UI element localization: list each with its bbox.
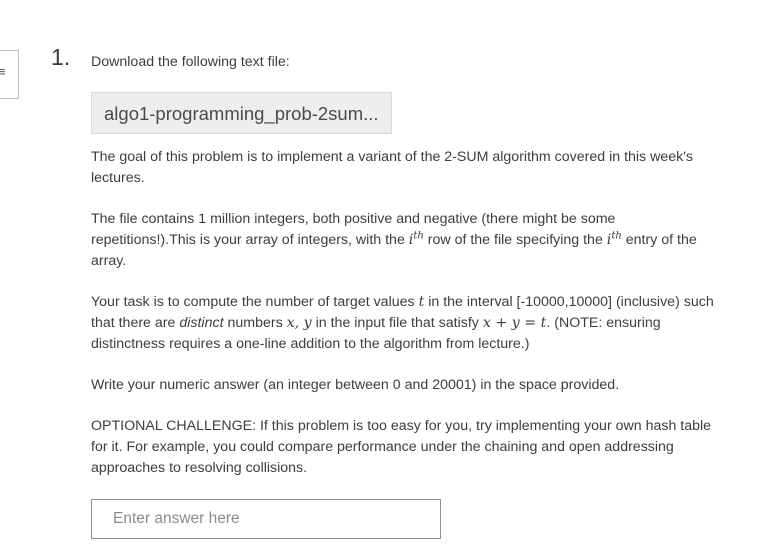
t-variable: t — [418, 294, 425, 310]
ith-math-2: ith — [606, 230, 622, 248]
menu-icon: ≡ — [0, 64, 6, 79]
side-menu-toggle[interactable]: ≡ — [0, 50, 19, 99]
xy-variables: x, y — [286, 315, 312, 331]
question-number: 1. — [51, 44, 71, 70]
ith-math-1: ith — [408, 230, 424, 248]
file-description-paragraph: The file contains 1 million integers, bo… — [91, 209, 721, 272]
task-text-3: numbers — [227, 315, 283, 331]
task-text-1: Your task is to compute the number of ta… — [91, 294, 415, 310]
answer-input[interactable] — [91, 499, 441, 539]
answer-instructions: Write your numeric answer (an integer be… — [91, 377, 620, 393]
distinct-emphasis: distinct — [179, 315, 224, 331]
task-paragraph: Your task is to compute the number of ta… — [91, 292, 721, 355]
task-text-4: in the input file that satisfy — [315, 315, 479, 331]
quiz-page: ≡ 1. Download the following text file: a… — [0, 0, 757, 555]
question-intro: Download the following text file: — [91, 54, 290, 70]
goal-paragraph: The goal of this problem is to implement… — [91, 149, 694, 186]
download-file-link[interactable]: algo1-programming_prob-2sum... — [91, 92, 392, 134]
question-body: Download the following text file: algo1-… — [91, 52, 721, 539]
optional-challenge-paragraph: OPTIONAL CHALLENGE: If this problem is t… — [91, 418, 712, 476]
file-desc-text-2: row of the file specifying the — [427, 232, 603, 248]
equation: x + y = t — [482, 315, 547, 331]
